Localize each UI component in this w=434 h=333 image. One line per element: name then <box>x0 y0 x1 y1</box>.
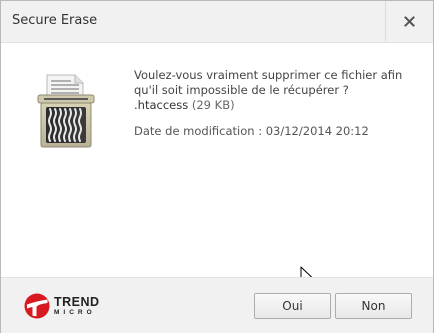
file-info: .htaccess (29 KB) <box>134 98 409 113</box>
shredder-icon <box>37 74 95 148</box>
file-name: .htaccess <box>134 98 189 112</box>
file-size: (29 KB) <box>191 98 235 112</box>
title-bar: Secure Erase <box>1 1 433 43</box>
dialog-footer: TREND MICRO Oui Non <box>1 277 433 333</box>
trend-micro-logo-icon <box>24 293 50 319</box>
modification-date: Date de modification : 03/12/2014 20:12 <box>134 124 369 138</box>
logo-trend-text: TREND <box>54 294 100 309</box>
close-button[interactable] <box>385 1 433 42</box>
close-icon <box>404 16 415 27</box>
trend-micro-logo: TREND MICRO <box>23 292 100 320</box>
no-button[interactable]: Non <box>335 293 412 319</box>
logo-text: TREND MICRO <box>54 294 100 317</box>
logo-micro-text: MICRO <box>54 309 96 316</box>
confirmation-message: Voulez-vous vraiment supprimer ce fichie… <box>134 68 409 139</box>
message-line-2: qu'il soit impossible de le récupérer ? <box>134 83 349 97</box>
message-line-1: Voulez-vous vraiment supprimer ce fichie… <box>134 68 403 82</box>
secure-erase-dialog: Secure Erase Voulez-vous vraiment suppri… <box>0 0 434 333</box>
yes-button[interactable]: Oui <box>254 293 331 319</box>
window-title: Secure Erase <box>12 13 98 28</box>
